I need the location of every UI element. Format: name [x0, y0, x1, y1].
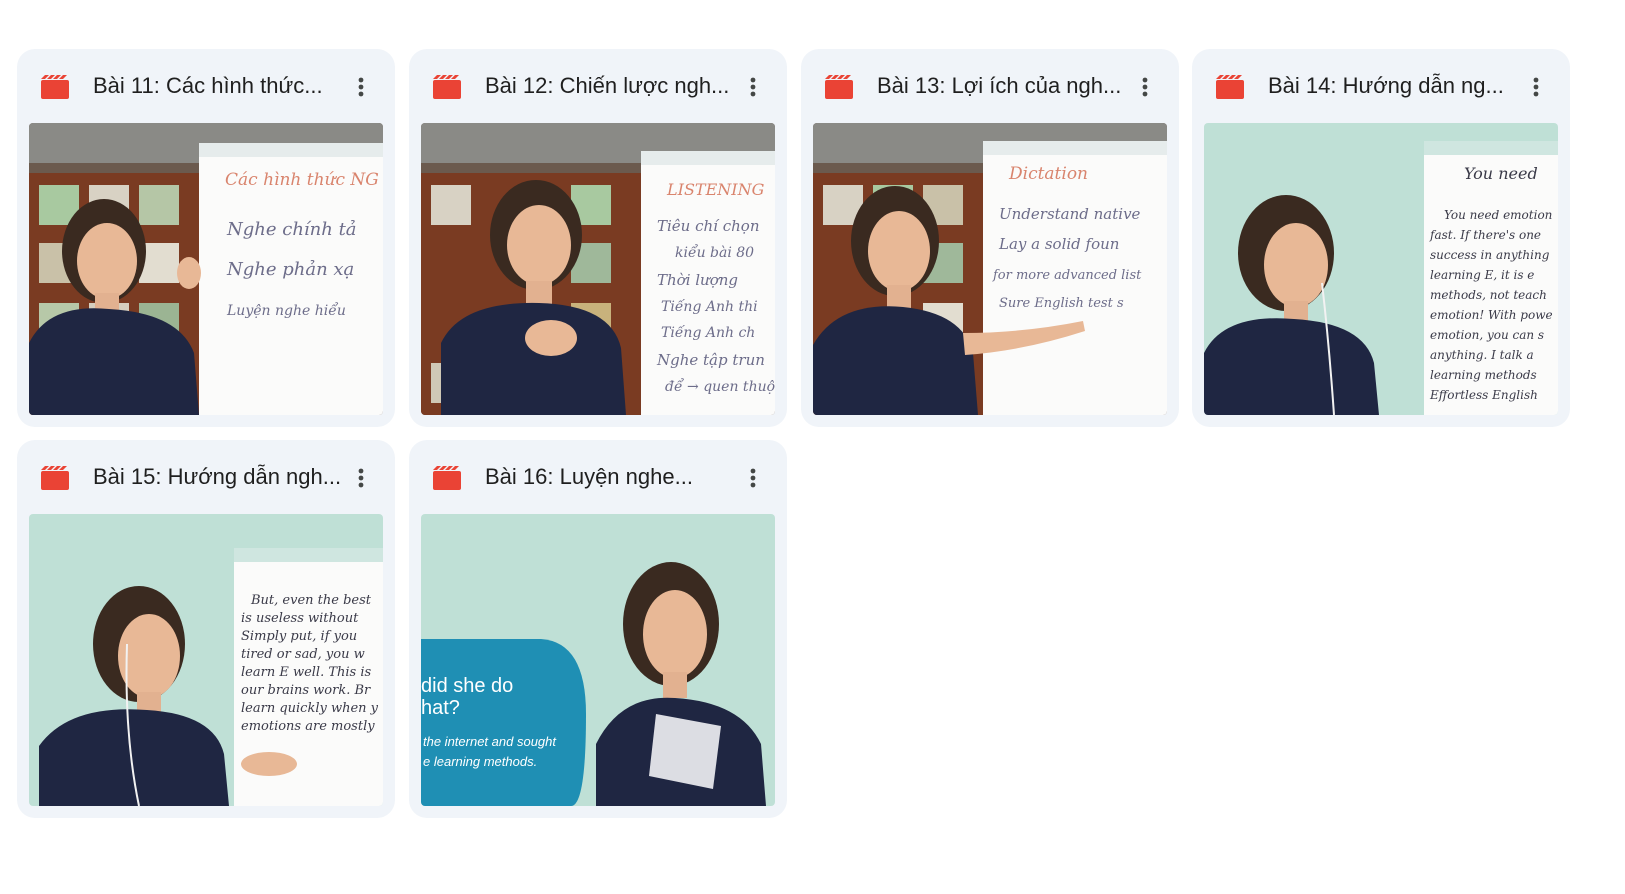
card-title: Bài 14: Hướng dẫn ng...	[1268, 73, 1504, 98]
card-header: Bài 14: Hướng dẫn ng...	[1192, 49, 1570, 123]
caption-heading-line-2: hat?	[421, 697, 460, 719]
board-text: Effortless English	[1429, 388, 1538, 402]
board-text: But, even the best	[250, 593, 372, 608]
board-text: Các hình thức NG	[225, 170, 379, 190]
board-text: You need	[1464, 164, 1538, 183]
video-file-icon	[41, 75, 69, 99]
more-vert-icon	[1533, 77, 1539, 97]
board-text: for more advanced list	[992, 268, 1142, 283]
board-text: Simply put, if you	[241, 629, 357, 644]
board-text: fast. If there's one	[1429, 228, 1541, 242]
caption-body-line-2: e learning methods.	[423, 754, 537, 769]
board-text: LISTENING	[666, 180, 765, 199]
card-header: Bài 11: Các hình thức...	[17, 49, 395, 123]
more-vert-icon	[750, 77, 756, 97]
board-text: learning methods	[1430, 368, 1537, 382]
board-text: is useless without	[241, 611, 359, 626]
board-text: You need emotion	[1444, 208, 1552, 222]
card-header: Bài 15: Hướng dẫn ngh...	[17, 440, 395, 514]
video-file-icon	[1216, 75, 1244, 99]
more-options-button[interactable]	[1518, 69, 1554, 105]
video-thumbnail[interactable]: Các hình thức NG Nghe chính tả Nghe phản…	[29, 123, 383, 415]
board-text: Nghe phản xạ	[226, 259, 354, 280]
more-options-button[interactable]	[343, 460, 379, 496]
board-text: anything. I talk a	[1430, 348, 1534, 362]
board-text: Lay a solid foun	[998, 235, 1119, 253]
video-file-icon	[825, 75, 853, 99]
card-title: Bài 15: Hướng dẫn ngh...	[93, 464, 342, 489]
file-grid: Bài 11: Các hình thức... Các hình thức N…	[0, 0, 1625, 894]
card-header: Bài 12: Chiến lược ngh...	[409, 49, 787, 123]
video-card-bai-12[interactable]: Bài 12: Chiến lược ngh... LISTENING Tiêu…	[409, 49, 787, 427]
board-text: Dictation	[1008, 164, 1088, 184]
board-text: learn E well. This is	[241, 665, 372, 680]
board-text: Understand native	[999, 205, 1141, 223]
more-options-button[interactable]	[735, 69, 771, 105]
more-vert-icon	[750, 468, 756, 488]
board-text: methods, not teach	[1430, 288, 1547, 302]
board-text: Sure English test s	[999, 296, 1124, 311]
board-text: Tiếng Anh ch	[661, 324, 755, 341]
caption-heading-line-1: did she do	[421, 675, 513, 697]
more-vert-icon	[358, 77, 364, 97]
video-card-bai-14[interactable]: Bài 14: Hướng dẫn ng... You need You nee…	[1192, 49, 1570, 427]
board-text: tired or sad, you w	[241, 647, 365, 662]
video-thumbnail[interactable]: But, even the best is useless without Si…	[29, 514, 383, 806]
board-text: emotion, you can s	[1430, 328, 1544, 342]
card-title: Bài 12: Chiến lược ngh...	[485, 73, 730, 98]
video-file-icon	[433, 75, 461, 99]
more-options-button[interactable]	[1127, 69, 1163, 105]
video-thumbnail[interactable]: LISTENING Tiêu chí chọn kiểu bài 80 Thời…	[421, 123, 775, 415]
video-file-icon	[433, 466, 461, 490]
video-card-bai-11[interactable]: Bài 11: Các hình thức... Các hình thức N…	[17, 49, 395, 427]
more-vert-icon	[1142, 77, 1148, 97]
video-card-bai-15[interactable]: Bài 15: Hướng dẫn ngh... But, even the b	[17, 440, 395, 818]
card-title: Bài 13: Lợi ích của ngh...	[877, 73, 1122, 98]
caption-body-line-1: the internet and sought	[423, 734, 557, 749]
board-text: Tiêu chí chọn	[657, 217, 760, 235]
card-title: Bài 16: Luyện nghe...	[485, 464, 693, 489]
board-text: emotions are mostly	[241, 719, 375, 734]
card-header: Bài 16: Luyện nghe...	[409, 440, 787, 514]
board-text: kiểu bài 80	[675, 243, 754, 261]
board-text: Thời lượng	[657, 271, 738, 289]
board-text: emotion! With powe	[1430, 308, 1553, 322]
board-text: để → quen thuộ	[665, 377, 775, 395]
more-options-button[interactable]	[735, 460, 771, 496]
video-card-bai-13[interactable]: Bài 13: Lợi ích của ngh... Dictation Und…	[801, 49, 1179, 427]
video-thumbnail[interactable]: Dictation Understand native Lay a solid …	[813, 123, 1167, 415]
video-thumbnail[interactable]: did she do hat? the internet and sought …	[421, 514, 775, 806]
board-text: Nghe chính tả	[226, 219, 357, 240]
board-text: Luyện nghe hiểu	[226, 301, 346, 319]
video-file-icon	[41, 466, 69, 490]
board-text: learning E, it is e	[1430, 268, 1534, 282]
video-card-bai-16[interactable]: Bài 16: Luyện nghe... did she do hat? th…	[409, 440, 787, 818]
more-vert-icon	[358, 468, 364, 488]
video-thumbnail[interactable]: You need You need emotion fast. If there…	[1204, 123, 1558, 415]
board-text: learn quickly when y	[241, 701, 379, 716]
board-text: our brains work. Br	[241, 683, 371, 698]
card-title: Bài 11: Các hình thức...	[93, 73, 323, 98]
board-text: Tiếng Anh thi	[661, 298, 758, 315]
more-options-button[interactable]	[343, 69, 379, 105]
board-text: success in anything	[1430, 248, 1550, 262]
board-text: Nghe tập trun	[656, 351, 765, 369]
card-header: Bài 13: Lợi ích của ngh...	[801, 49, 1179, 123]
